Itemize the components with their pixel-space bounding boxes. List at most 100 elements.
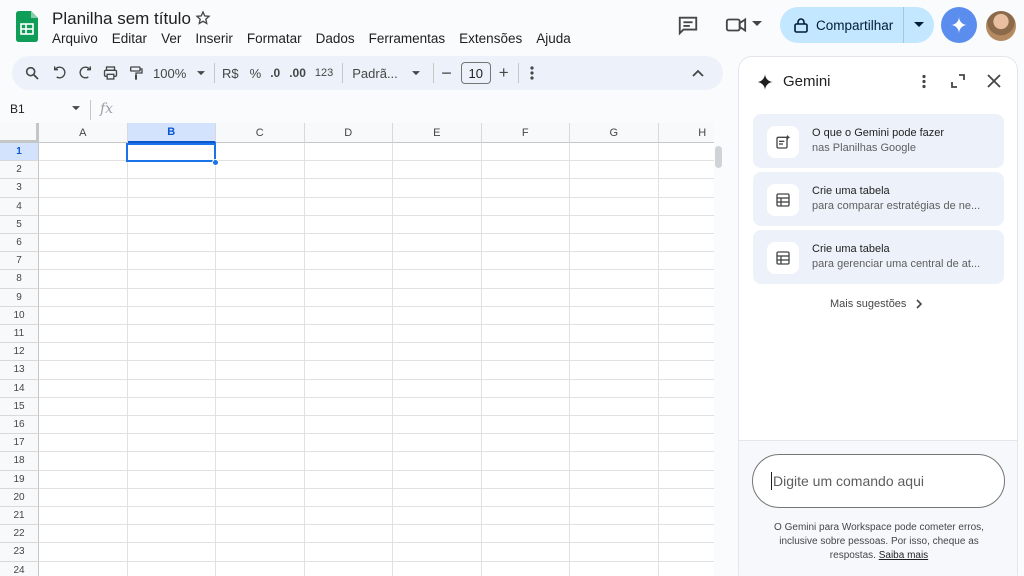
grid-row-line [39, 469, 714, 471]
row-header-24[interactable]: 24 [0, 561, 39, 576]
currency-format-button[interactable]: R$ [222, 61, 239, 85]
table-icon [767, 184, 799, 216]
redo-button[interactable] [77, 61, 93, 85]
decrease-font-size-button[interactable]: − [441, 61, 452, 85]
column-header-d[interactable]: D [304, 123, 393, 143]
spreadsheet-grid[interactable]: A B C D E F G H 1 2 3 4 5 6 7 8 9 10 11 12 13 14 15 16 17 18 19 20 2… [0, 123, 714, 576]
row-header-17[interactable]: 17 [0, 434, 39, 453]
menu-dados[interactable]: Dados [316, 31, 355, 46]
increase-font-size-button[interactable]: + [499, 61, 509, 85]
row-header-22[interactable]: 22 [0, 525, 39, 544]
suggestion-card[interactable]: Crie uma tabela para gerenciar uma centr… [753, 230, 1004, 284]
row-header-2[interactable]: 2 [0, 161, 39, 180]
zoom-select[interactable]: 100% [153, 61, 205, 85]
row-header-1[interactable]: 1 [0, 143, 39, 162]
decrease-decimal-button[interactable]: .0 [270, 61, 280, 85]
selected-cell-b1[interactable] [126, 143, 216, 162]
vertical-scrollbar[interactable] [714, 123, 724, 576]
row-header-16[interactable]: 16 [0, 416, 39, 435]
meet-dropdown-icon[interactable] [752, 21, 762, 27]
menu-editar[interactable]: Editar [112, 31, 147, 46]
meet-icon[interactable] [725, 14, 747, 36]
avatar[interactable] [986, 11, 1016, 41]
row-header-4[interactable]: 4 [0, 197, 39, 216]
suggestion-title: Crie uma tabela [812, 243, 890, 255]
menu-ajuda[interactable]: Ajuda [536, 31, 571, 46]
row-header-3[interactable]: 3 [0, 179, 39, 198]
more-options-button[interactable] [530, 61, 534, 85]
row-header-14[interactable]: 14 [0, 379, 39, 398]
comments-icon[interactable] [677, 14, 699, 36]
row-header-12[interactable]: 12 [0, 343, 39, 362]
row-header-11[interactable]: 11 [0, 325, 39, 344]
column-header-f[interactable]: F [481, 123, 570, 143]
grid-row-line [39, 451, 714, 453]
menu-arquivo[interactable]: Arquivo [52, 31, 98, 46]
row-header-13[interactable]: 13 [0, 361, 39, 380]
name-box-dropdown-icon[interactable] [72, 106, 80, 111]
row-header-21[interactable]: 21 [0, 507, 39, 526]
row-header-18[interactable]: 18 [0, 452, 39, 471]
grid-row-line [39, 560, 714, 562]
undo-button[interactable] [52, 61, 68, 85]
font-size-input[interactable]: 10 [460, 62, 491, 84]
gemini-sparkle-icon [756, 73, 774, 91]
row-header-10[interactable]: 10 [0, 306, 39, 325]
fill-handle[interactable] [212, 159, 219, 166]
name-box[interactable]: B1 [10, 102, 25, 116]
more-suggestions-label: Mais sugestões [830, 298, 907, 310]
menu-ferramentas[interactable]: Ferramentas [369, 31, 446, 46]
row-header-23[interactable]: 23 [0, 543, 39, 562]
row-header-5[interactable]: 5 [0, 215, 39, 234]
row-header-6[interactable]: 6 [0, 234, 39, 253]
row-header-9[interactable]: 9 [0, 288, 39, 307]
font-select[interactable]: Padrã... [350, 61, 424, 85]
grid-row-line [39, 196, 714, 198]
chevron-down-icon [914, 22, 924, 27]
undo-icon [54, 66, 66, 79]
paint-format-button[interactable] [128, 61, 144, 85]
grid-row-line [39, 433, 714, 435]
more-vert-icon[interactable] [922, 74, 926, 89]
row-header-15[interactable]: 15 [0, 397, 39, 416]
gemini-toggle-button[interactable] [941, 7, 977, 43]
menu-inserir[interactable]: Inserir [195, 31, 233, 46]
increase-decimal-button[interactable]: .00 [289, 61, 306, 85]
column-header-c[interactable]: C [216, 123, 305, 143]
column-header-b[interactable]: B [127, 123, 216, 143]
number-format-button[interactable]: 123 [315, 61, 333, 85]
suggestion-card[interactable]: Crie uma tabela para comparar estratégia… [753, 172, 1004, 226]
more-suggestions-button[interactable]: Mais sugestões [830, 298, 923, 310]
vertical-scrollbar-thumb[interactable] [715, 146, 722, 168]
document-title[interactable]: Planilha sem título [52, 9, 191, 29]
sheets-logo-icon[interactable] [16, 11, 38, 42]
number-format-label: 123 [314, 67, 334, 79]
expand-icon[interactable] [951, 74, 965, 88]
row-header-19[interactable]: 19 [0, 470, 39, 489]
menu-bar: Arquivo Editar Ver Inserir Formatar Dado… [52, 31, 585, 46]
share-dropdown[interactable] [904, 7, 934, 43]
share-button[interactable]: Compartilhar [780, 7, 904, 43]
select-all-corner[interactable] [0, 123, 39, 143]
menu-formatar[interactable]: Formatar [247, 31, 302, 46]
column-header-g[interactable]: G [570, 123, 659, 143]
row-header-7[interactable]: 7 [0, 252, 39, 271]
learn-more-link[interactable]: Saiba mais [879, 550, 928, 561]
gemini-prompt-input[interactable]: Digite um comando aqui [752, 454, 1005, 508]
grid-row-line [39, 251, 714, 253]
redo-icon [79, 66, 91, 79]
menu-extensoes[interactable]: Extensões [459, 31, 522, 46]
percent-format-button[interactable]: % [250, 61, 262, 85]
column-header-h[interactable]: H [658, 123, 714, 143]
print-button[interactable] [102, 61, 119, 85]
column-header-a[interactable]: A [39, 123, 128, 143]
row-header-20[interactable]: 20 [0, 488, 39, 507]
menu-ver[interactable]: Ver [161, 31, 181, 46]
close-icon[interactable] [987, 74, 1001, 88]
collapse-toolbar-button[interactable] [692, 61, 704, 85]
suggestion-card[interactable]: O que o Gemini pode fazer nas Planilhas … [753, 114, 1004, 168]
column-header-e[interactable]: E [393, 123, 482, 143]
star-icon[interactable] [195, 10, 211, 26]
search-menus-button[interactable] [24, 61, 40, 85]
row-header-8[interactable]: 8 [0, 270, 39, 289]
